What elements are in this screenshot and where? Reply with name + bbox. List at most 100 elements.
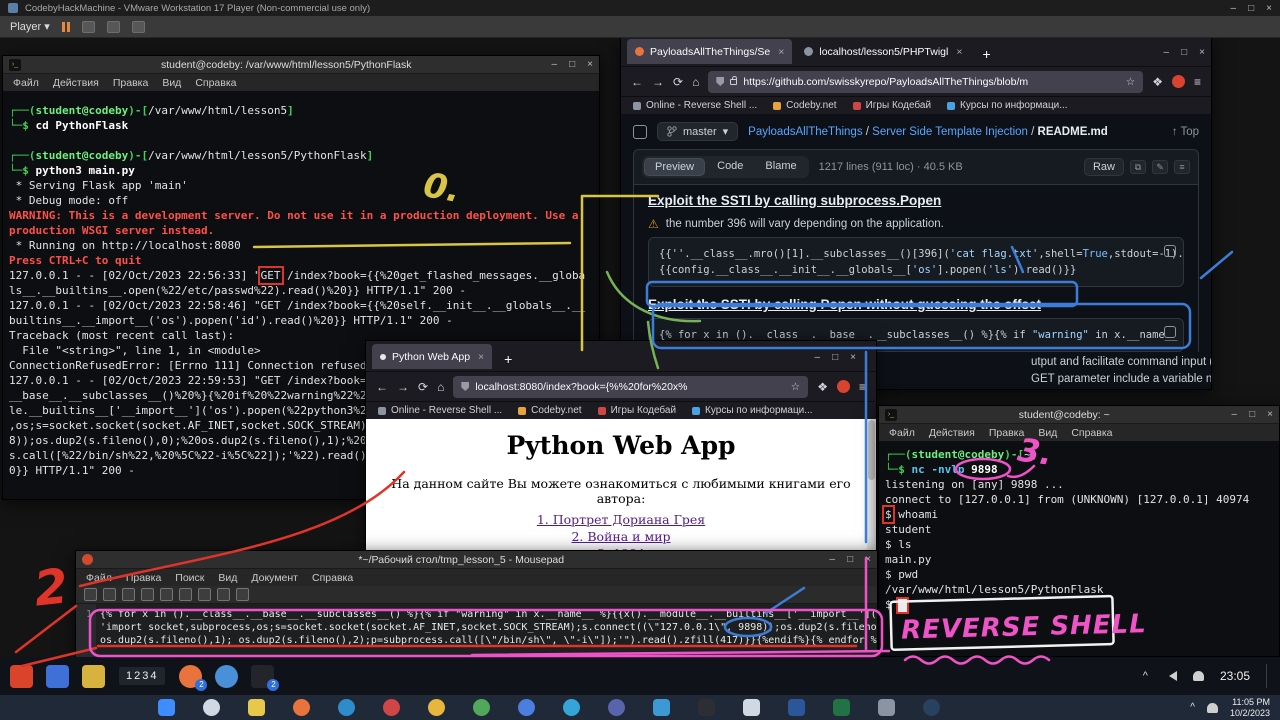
bookmark-item[interactable]: Игры Кодебай	[598, 405, 676, 416]
notepad-icon[interactable]	[743, 699, 760, 716]
new-tab-button[interactable]: +	[496, 351, 520, 367]
editor-text[interactable]: {% for x in ().__class__.__base__.__subc…	[96, 604, 877, 659]
undo-icon[interactable]	[141, 588, 154, 601]
maximize-button[interactable]: □	[1248, 3, 1254, 14]
back-icon[interactable]: ←	[631, 75, 643, 89]
player-menu[interactable]: Player ▾	[10, 20, 50, 33]
close-button[interactable]: ×	[1267, 409, 1273, 420]
search-icon[interactable]	[236, 588, 249, 601]
terminal-titlebar[interactable]: ›_ student@codeby: /var/www/html/lesson5…	[3, 56, 599, 74]
extensions-icon[interactable]: ❖	[817, 380, 828, 394]
menu-icon[interactable]: ≡	[1194, 75, 1201, 89]
reload-icon[interactable]: ⟳	[418, 380, 428, 394]
copy-icon[interactable]: ⧉	[1130, 160, 1146, 174]
copy-code-icon[interactable]	[1164, 326, 1176, 338]
menu-item[interactable]: Поиск	[169, 571, 210, 585]
app-launcher-icon[interactable]	[46, 665, 69, 688]
close-button[interactable]: ×	[865, 554, 871, 565]
browser-tab-localhost[interactable]: localhost/lesson5/PHPTwigl ×	[796, 39, 970, 64]
menu-item[interactable]: Действия	[923, 426, 981, 440]
bookmark-item[interactable]: Codeby.net	[773, 100, 836, 111]
bookmark-item[interactable]: Online - Reverse Shell ...	[378, 405, 502, 416]
profile-avatar[interactable]	[837, 380, 850, 393]
new-file-icon[interactable]	[84, 588, 97, 601]
raw-button[interactable]: Raw	[1084, 158, 1124, 176]
menu-item[interactable]: Вид	[1032, 426, 1063, 440]
copy-icon[interactable]	[198, 588, 211, 601]
forward-icon[interactable]: →	[652, 75, 664, 89]
maximize-button[interactable]: □	[1249, 409, 1255, 420]
heading-subprocess-popen[interactable]: Exploit the SSTI by calling subprocess.P…	[648, 193, 1184, 208]
breadcrumb-folder[interactable]: Server Side Template Injection	[872, 126, 1028, 138]
gh-tab[interactable]: Blame	[755, 158, 806, 176]
mousepad-titlebar[interactable]: *~/Рабочий стол/tmp_lesson_5 - Mousepad …	[76, 551, 877, 569]
paste-icon[interactable]	[217, 588, 230, 601]
back-to-top-link[interactable]: ↑ Top	[1172, 126, 1199, 138]
minimize-button[interactable]: –	[1232, 409, 1238, 420]
pause-vm-button[interactable]	[62, 22, 70, 32]
tab-close-icon[interactable]: ×	[956, 46, 962, 58]
word-icon[interactable]	[788, 699, 805, 716]
chromium-window-icon[interactable]	[215, 665, 238, 688]
menu-item[interactable]: Справка	[1065, 426, 1118, 440]
tab-close-icon[interactable]: ×	[478, 351, 484, 363]
menu-item[interactable]: Правка	[120, 571, 167, 585]
minimize-button[interactable]: –	[830, 554, 836, 565]
workspace-pager[interactable]: 1234	[119, 667, 165, 685]
menu-item[interactable]: Вид	[212, 571, 243, 585]
outline-icon[interactable]: ≡	[1174, 160, 1190, 174]
file-explorer-icon[interactable]	[248, 699, 265, 716]
bookmark-star-icon[interactable]: ☆	[1126, 76, 1135, 88]
branch-selector[interactable]: master ▾	[657, 122, 738, 141]
bookmark-item[interactable]: Курсы по информаци...	[947, 100, 1068, 111]
menu-item[interactable]: Вид	[156, 76, 187, 90]
bookmark-item[interactable]: Codeby.net	[518, 405, 581, 416]
reload-icon[interactable]: ⟳	[673, 75, 683, 89]
menu-item[interactable]: Действия	[47, 76, 105, 90]
code-block-subprocess[interactable]: {{''.__class__.mro()[1].__subclasses__()…	[648, 237, 1184, 287]
copy-code-icon[interactable]	[1164, 245, 1176, 257]
vmware-icon[interactable]	[878, 699, 895, 716]
chrome-profile-blue-icon[interactable]	[518, 699, 535, 716]
close-button[interactable]: ×	[850, 352, 856, 363]
close-button[interactable]: ×	[587, 59, 593, 70]
notifications-icon[interactable]	[1193, 671, 1204, 681]
close-button[interactable]: ×	[1266, 3, 1272, 14]
vm-toolbar-icon[interactable]	[132, 21, 145, 33]
home-icon[interactable]: ⌂	[692, 75, 699, 89]
bookmark-item[interactable]: Курсы по информаци...	[692, 405, 813, 416]
excel-icon[interactable]	[833, 699, 850, 716]
terminal-output[interactable]: ┌──(student@codeby)-[~]└─$ nc -nvlp 9898…	[879, 441, 1279, 656]
chrome-profile-red-icon[interactable]	[383, 699, 400, 716]
bookmark-item[interactable]: Online - Reverse Shell ...	[633, 100, 757, 111]
gh-tab[interactable]: Preview	[644, 158, 705, 176]
minimize-button[interactable]: –	[815, 352, 821, 363]
terminal-icon[interactable]	[698, 699, 715, 716]
telegram-icon[interactable]	[563, 699, 580, 716]
browser-tab-webapp[interactable]: Python Web App ×	[372, 344, 492, 369]
menu-item[interactable]: Справка	[306, 571, 359, 585]
windows-start-icon[interactable]	[158, 699, 175, 716]
back-icon[interactable]: ←	[376, 380, 388, 394]
forward-icon[interactable]: →	[397, 380, 409, 394]
new-tab-button[interactable]: +	[975, 46, 999, 62]
host-clock[interactable]: 11:05 PM 10/2/2023	[1230, 697, 1270, 719]
menu-icon[interactable]: ≡	[859, 380, 866, 394]
menu-item[interactable]: Файл	[7, 76, 45, 90]
maximize-button[interactable]: □	[1181, 47, 1187, 58]
maximize-button[interactable]: □	[569, 59, 575, 70]
breadcrumb-repo[interactable]: PayloadsAllTheThings	[748, 126, 862, 138]
edit-icon[interactable]: ✎	[1152, 160, 1168, 174]
tray-expand-icon[interactable]: ^	[1190, 702, 1195, 713]
save-icon[interactable]	[122, 588, 135, 601]
volume-icon[interactable]	[1164, 671, 1177, 681]
chrome-profile-green-icon[interactable]	[473, 699, 490, 716]
minimize-button[interactable]: –	[1231, 3, 1237, 14]
vm-clock[interactable]: 23:05	[1220, 669, 1250, 683]
vm-toolbar-icon[interactable]	[82, 21, 95, 33]
cut-icon[interactable]	[179, 588, 192, 601]
tab-close-icon[interactable]: ×	[778, 46, 784, 58]
terminal-window-icon[interactable]: 2	[251, 665, 274, 688]
vm-toolbar-icon[interactable]	[107, 21, 120, 33]
profile-avatar[interactable]	[1172, 75, 1185, 88]
